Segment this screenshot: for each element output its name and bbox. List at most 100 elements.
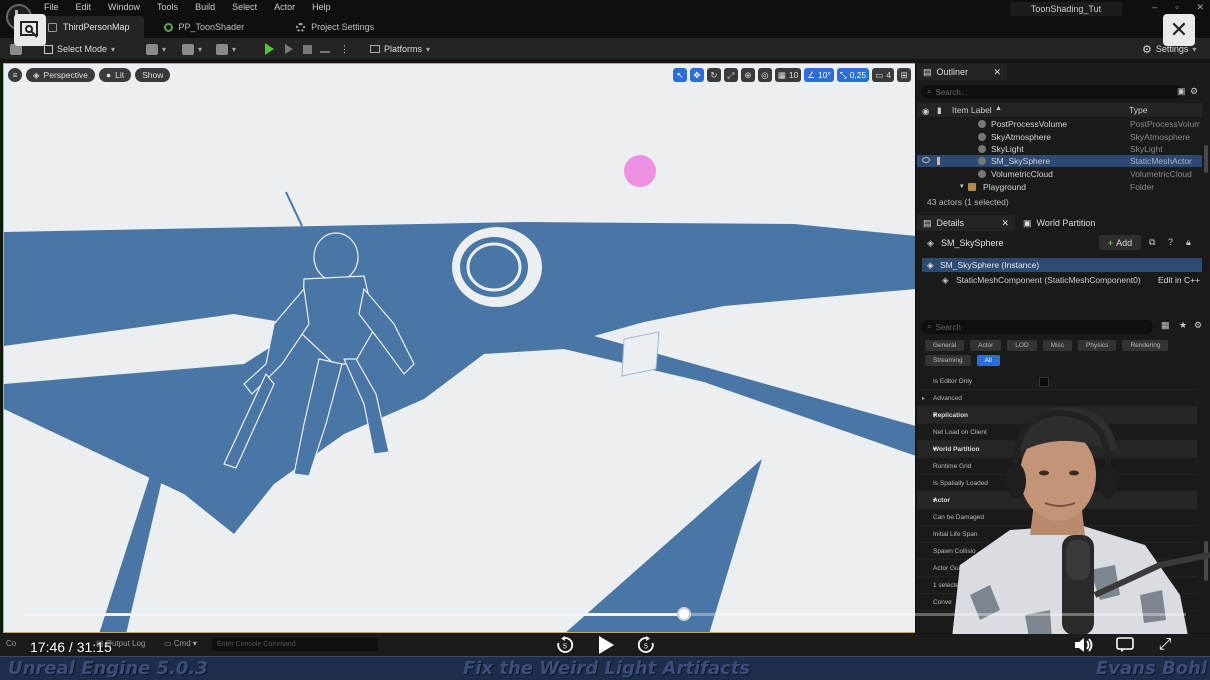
cinematics-button[interactable]: ▾ bbox=[216, 41, 236, 57]
camera-speed-button[interactable]: ▭ 4 bbox=[872, 68, 894, 82]
minimize-icon[interactable]: – bbox=[1152, 2, 1157, 13]
outliner-row[interactable]: ▾ Playground Folder bbox=[917, 181, 1202, 193]
grid-snap-value: 10 bbox=[788, 70, 799, 80]
picture-in-picture-button[interactable] bbox=[14, 14, 46, 46]
show-button[interactable]: Show bbox=[135, 68, 171, 82]
component-instance-row[interactable]: ◈ SM_SkySphere (Instance) bbox=[922, 258, 1202, 272]
table-view-icon[interactable]: ▦ bbox=[1161, 320, 1170, 331]
tab-pp-toonshader[interactable]: PP_ToonShader bbox=[156, 16, 259, 38]
favorite-star-icon[interactable]: ★ bbox=[1179, 320, 1187, 331]
more-options-icon[interactable]: ⋮ bbox=[340, 41, 349, 57]
menu-file[interactable]: File bbox=[44, 2, 66, 12]
surface-snap-icon[interactable]: ◎ bbox=[757, 68, 772, 82]
play-pause-button[interactable] bbox=[595, 634, 617, 656]
outliner-search-input[interactable]: ⌕ Search... bbox=[921, 85, 1183, 99]
lit-button[interactable]: ● Lit bbox=[98, 68, 132, 82]
outliner-row[interactable]: SkyLight SkyLight bbox=[917, 143, 1202, 155]
filter-misc[interactable]: Misc bbox=[1042, 340, 1073, 351]
select-mode-dropdown[interactable]: Select Mode ▾ bbox=[44, 41, 115, 57]
close-window-icon[interactable]: ✕ bbox=[1196, 2, 1204, 13]
eye-icon[interactable] bbox=[922, 157, 930, 163]
volume-button[interactable] bbox=[1073, 634, 1095, 656]
expand-arrow-icon[interactable]: ▸ bbox=[922, 395, 925, 402]
column-item-label[interactable]: Item Label bbox=[952, 105, 992, 115]
outliner-row[interactable]: VolumetricCloud VolumetricCloud bbox=[917, 168, 1202, 180]
blueprint-button[interactable]: ▾ bbox=[182, 41, 202, 57]
grid-snap-button[interactable]: ▦ 10 bbox=[774, 68, 802, 82]
platforms-dropdown[interactable]: Platforms ▾ bbox=[370, 41, 430, 57]
content-drawer-button[interactable]: Co bbox=[6, 639, 16, 648]
maximize-icon[interactable]: ▫ bbox=[1175, 2, 1178, 13]
help-icon[interactable]: ? bbox=[1168, 237, 1173, 247]
details-settings-icon[interactable]: ⚙ bbox=[1194, 320, 1202, 331]
perspective-button[interactable]: ◈ Perspective bbox=[26, 68, 95, 82]
outliner-row[interactable]: SkyAtmosphere SkyAtmosphere bbox=[917, 131, 1202, 143]
menu-help[interactable]: Help bbox=[312, 2, 338, 12]
viewport-options-left: ≡ ◈ Perspective ● Lit Show bbox=[8, 68, 171, 82]
lock-icon[interactable]: 🔒︎ bbox=[1186, 237, 1191, 248]
scale-snap-button[interactable]: ⤡ 0,25 bbox=[836, 68, 870, 82]
component-row[interactable]: ◈ StaticMeshComponent (StaticMeshCompone… bbox=[937, 274, 1202, 287]
svg-text:5: 5 bbox=[644, 644, 648, 651]
menu-select[interactable]: Select bbox=[232, 2, 264, 12]
video-progress-knob[interactable] bbox=[677, 607, 692, 621]
rotation-snap-button[interactable]: ∠ 10° bbox=[804, 68, 834, 82]
filter-general[interactable]: General bbox=[925, 340, 965, 351]
gear-icon bbox=[296, 22, 306, 32]
filter-all[interactable]: All bbox=[976, 355, 1000, 366]
close-icon[interactable]: ✕ bbox=[1001, 218, 1009, 229]
property-row[interactable]: Is Editor Only bbox=[917, 373, 1197, 390]
folder-add-icon[interactable]: ▣ bbox=[1177, 86, 1186, 97]
close-overlay-button[interactable]: ✕ bbox=[1163, 14, 1195, 46]
expand-arrow-icon[interactable]: ▾ bbox=[960, 182, 964, 190]
outliner-row[interactable]: PostProcessVolume PostProcessVolume bbox=[917, 118, 1202, 130]
filter-physics[interactable]: Physics bbox=[1078, 340, 1117, 351]
filter-lod[interactable]: LOD bbox=[1007, 340, 1037, 351]
outliner-scrollbar[interactable] bbox=[1204, 145, 1208, 173]
add-component-button[interactable]: + Add bbox=[1099, 235, 1141, 250]
tab-world-partition[interactable]: ▣ World Partition bbox=[1017, 215, 1101, 231]
edit-in-cpp-link[interactable]: Edit in C++ bbox=[1158, 275, 1200, 285]
video-progress-bar[interactable] bbox=[24, 607, 1186, 621]
outliner-settings-icon[interactable]: ⚙ bbox=[1190, 86, 1198, 97]
eject-button[interactable] bbox=[320, 41, 330, 57]
filter-rendering[interactable]: Rendering bbox=[1122, 340, 1169, 351]
tab-details[interactable]: ▤ Details ✕ bbox=[917, 215, 1015, 231]
cmd-dropdown[interactable]: ▭ Cmd ▾ bbox=[164, 639, 197, 648]
close-icon[interactable]: ✕ bbox=[993, 67, 1001, 78]
fullscreen-button[interactable]: ⤢ bbox=[1154, 634, 1176, 656]
layout-icon[interactable]: ⊞ bbox=[897, 68, 911, 82]
menu-actor[interactable]: Actor bbox=[274, 2, 302, 12]
rewind-5-button[interactable]: 5 bbox=[554, 634, 576, 656]
captions-button[interactable] bbox=[1114, 634, 1136, 656]
menu-edit[interactable]: Edit bbox=[76, 2, 99, 12]
menu-window[interactable]: Window bbox=[108, 2, 147, 12]
tab-outliner[interactable]: ▤ Outliner ✕ bbox=[917, 64, 1007, 80]
is-editor-only-checkbox[interactable] bbox=[1039, 377, 1049, 387]
details-search-input[interactable]: ⌕ Search bbox=[921, 320, 1153, 334]
blueprint-convert-icon[interactable]: ⧉ bbox=[1149, 237, 1155, 248]
filter-streaming[interactable]: Streaming bbox=[925, 355, 971, 366]
tab-thirdpersonmap[interactable]: ThirdPersonMap bbox=[40, 16, 144, 38]
rotate-tool-icon[interactable]: ↻ bbox=[706, 68, 721, 82]
move-tool-icon[interactable]: ✥ bbox=[689, 68, 704, 82]
filter-actor[interactable]: Actor bbox=[970, 340, 1002, 351]
select-tool-icon[interactable]: ↖ bbox=[672, 68, 687, 82]
menu-build[interactable]: Build bbox=[195, 2, 222, 12]
menu-tools[interactable]: Tools bbox=[157, 2, 185, 12]
add-content-button[interactable]: ▾ bbox=[146, 41, 166, 57]
forward-5-button[interactable]: 5 bbox=[635, 634, 657, 656]
skip-button[interactable] bbox=[285, 41, 293, 57]
outliner-row-selected[interactable]: SM_SkySphere StaticMeshActor bbox=[917, 155, 1202, 167]
world-space-icon[interactable]: ⊕ bbox=[740, 68, 755, 82]
scale-tool-icon[interactable]: ⤢ bbox=[723, 68, 738, 82]
cloud-icon bbox=[978, 170, 986, 178]
stop-button[interactable] bbox=[303, 41, 312, 57]
column-type[interactable]: Type bbox=[1129, 105, 1147, 115]
viewport-menu-button[interactable]: ≡ bbox=[8, 68, 22, 82]
level-viewport[interactable]: ≡ ◈ Perspective ● Lit Show ↖ ✥ ↻ ⤢ ⊕ ◎ ▦… bbox=[3, 63, 915, 633]
play-button[interactable] bbox=[265, 41, 274, 57]
tab-project-settings[interactable]: Project Settings bbox=[288, 16, 388, 38]
pin-icon[interactable] bbox=[937, 157, 940, 165]
console-command-input[interactable]: Enter Console Command bbox=[212, 638, 378, 651]
